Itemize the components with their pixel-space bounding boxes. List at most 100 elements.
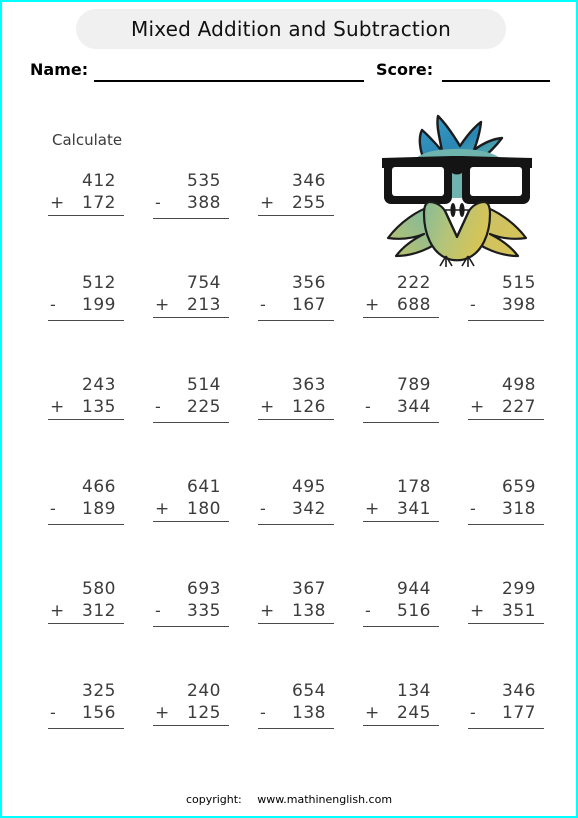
operand-bottom: 398 <box>502 295 536 315</box>
operand-top: 514 <box>187 375 221 395</box>
operand-bottom-line: - 342 <box>258 498 334 525</box>
operator: + <box>155 499 170 519</box>
operand-bottom: 177 <box>502 703 536 723</box>
operand-bottom-line: - 335 <box>153 600 229 627</box>
copyright-label: copyright: <box>185 793 242 806</box>
operand-bottom-line: - 177 <box>468 702 544 729</box>
operator: + <box>365 499 380 519</box>
operand-top: 515 <box>502 273 536 293</box>
problem-2-5: 515 - 398 <box>468 272 544 321</box>
operator: + <box>50 193 65 213</box>
problem-2-1: 512 - 199 <box>48 272 124 321</box>
operand-bottom: 255 <box>292 193 326 213</box>
operand-bottom: 172 <box>82 193 116 213</box>
operand-top: 363 <box>292 375 326 395</box>
operand-bottom-line: - 388 <box>153 192 229 219</box>
operator: - <box>365 397 372 416</box>
operator: - <box>155 601 162 620</box>
operand-top: 498 <box>502 375 536 395</box>
operator: - <box>155 193 162 212</box>
operand-bottom: 318 <box>502 499 536 519</box>
title-banner: Mixed Addition and Subtraction <box>76 9 506 49</box>
problem-5-1: 580 + 312 <box>48 578 124 624</box>
problem-6-4: 134 + 245 <box>363 680 439 726</box>
operand-bottom: 156 <box>82 703 116 723</box>
operand-bottom-line: - 318 <box>468 498 544 525</box>
operand-bottom-line: + 341 <box>363 498 439 522</box>
operand-bottom: 335 <box>187 601 221 621</box>
operand-top: 356 <box>292 273 326 293</box>
operand-bottom: 138 <box>292 601 326 621</box>
operand-bottom: 126 <box>292 397 326 417</box>
problem-2-3: 356 - 167 <box>258 272 334 321</box>
operand-bottom: 167 <box>292 295 326 315</box>
operand-bottom: 688 <box>397 295 431 315</box>
operand-bottom: 351 <box>502 601 536 621</box>
problem-row-5: 580 + 312 693 - 335 367 + 138 944 - 516 … <box>2 578 576 680</box>
operand-top: 134 <box>397 681 431 701</box>
operator: + <box>260 601 275 621</box>
operand-bottom-line: - 156 <box>48 702 124 729</box>
operator: + <box>365 295 380 315</box>
operand-bottom: 135 <box>82 397 116 417</box>
operand-bottom: 189 <box>82 499 116 519</box>
problem-2-2: 754 + 213 <box>153 272 229 318</box>
operand-bottom-line: + 172 <box>48 192 124 216</box>
operand-bottom-line: + 227 <box>468 396 544 420</box>
operator: + <box>470 397 485 417</box>
problem-5-3: 367 + 138 <box>258 578 334 624</box>
operand-bottom-line: + 245 <box>363 702 439 726</box>
instruction-text: Calculate <box>52 131 123 149</box>
operand-top: 659 <box>502 477 536 497</box>
worksheet-page: Mixed Addition and Subtraction Name: Sco… <box>0 0 578 818</box>
operand-top: 243 <box>82 375 116 395</box>
problem-3-3: 363 + 126 <box>258 374 334 420</box>
operator: - <box>470 295 477 314</box>
operand-top: 944 <box>397 579 431 599</box>
operator: - <box>260 703 267 722</box>
operand-bottom: 312 <box>82 601 116 621</box>
problem-6-3: 654 - 138 <box>258 680 334 729</box>
problem-4-4: 178 + 341 <box>363 476 439 522</box>
problem-6-5: 346 - 177 <box>468 680 544 729</box>
operand-top: 654 <box>292 681 326 701</box>
problem-row-1: 412 + 172 535 - 388 346 + 255 <box>2 170 576 272</box>
problem-4-3: 495 - 342 <box>258 476 334 525</box>
operator: + <box>260 397 275 417</box>
problem-4-5: 659 - 318 <box>468 476 544 525</box>
page-title: Mixed Addition and Subtraction <box>130 17 451 41</box>
name-label: Name: <box>30 60 89 79</box>
operand-bottom-line: - 189 <box>48 498 124 525</box>
score-input-line[interactable] <box>442 80 550 82</box>
operand-bottom-line: + 126 <box>258 396 334 420</box>
footer: copyright: www.mathinenglish.com <box>2 793 576 806</box>
operand-top: 412 <box>82 171 116 191</box>
operand-top: 693 <box>187 579 221 599</box>
operand-bottom: 342 <box>292 499 326 519</box>
name-input-line[interactable] <box>94 80 364 82</box>
operator: + <box>470 601 485 621</box>
problem-3-1: 243 + 135 <box>48 374 124 420</box>
score-label: Score: <box>376 60 434 79</box>
operand-top: 178 <box>397 477 431 497</box>
operand-bottom-line: - 167 <box>258 294 334 321</box>
operator: - <box>260 295 267 314</box>
operand-bottom-line: - 344 <box>363 396 439 423</box>
name-score-row: Name: Score: <box>2 60 576 86</box>
operand-top: 641 <box>187 477 221 497</box>
operator: + <box>260 193 275 213</box>
problem-5-5: 299 + 351 <box>468 578 544 624</box>
operand-bottom-line: - 398 <box>468 294 544 321</box>
operator: + <box>50 397 65 417</box>
problem-6-1: 325 - 156 <box>48 680 124 729</box>
operand-bottom: 388 <box>187 193 221 213</box>
operand-bottom-line: - 225 <box>153 396 229 423</box>
problem-3-2: 514 - 225 <box>153 374 229 423</box>
operand-top: 222 <box>397 273 431 293</box>
operator: - <box>155 397 162 416</box>
problem-2-4: 222 + 688 <box>363 272 439 318</box>
operand-bottom: 180 <box>187 499 221 519</box>
operator: - <box>50 499 57 518</box>
problem-5-2: 693 - 335 <box>153 578 229 627</box>
operand-bottom: 516 <box>397 601 431 621</box>
